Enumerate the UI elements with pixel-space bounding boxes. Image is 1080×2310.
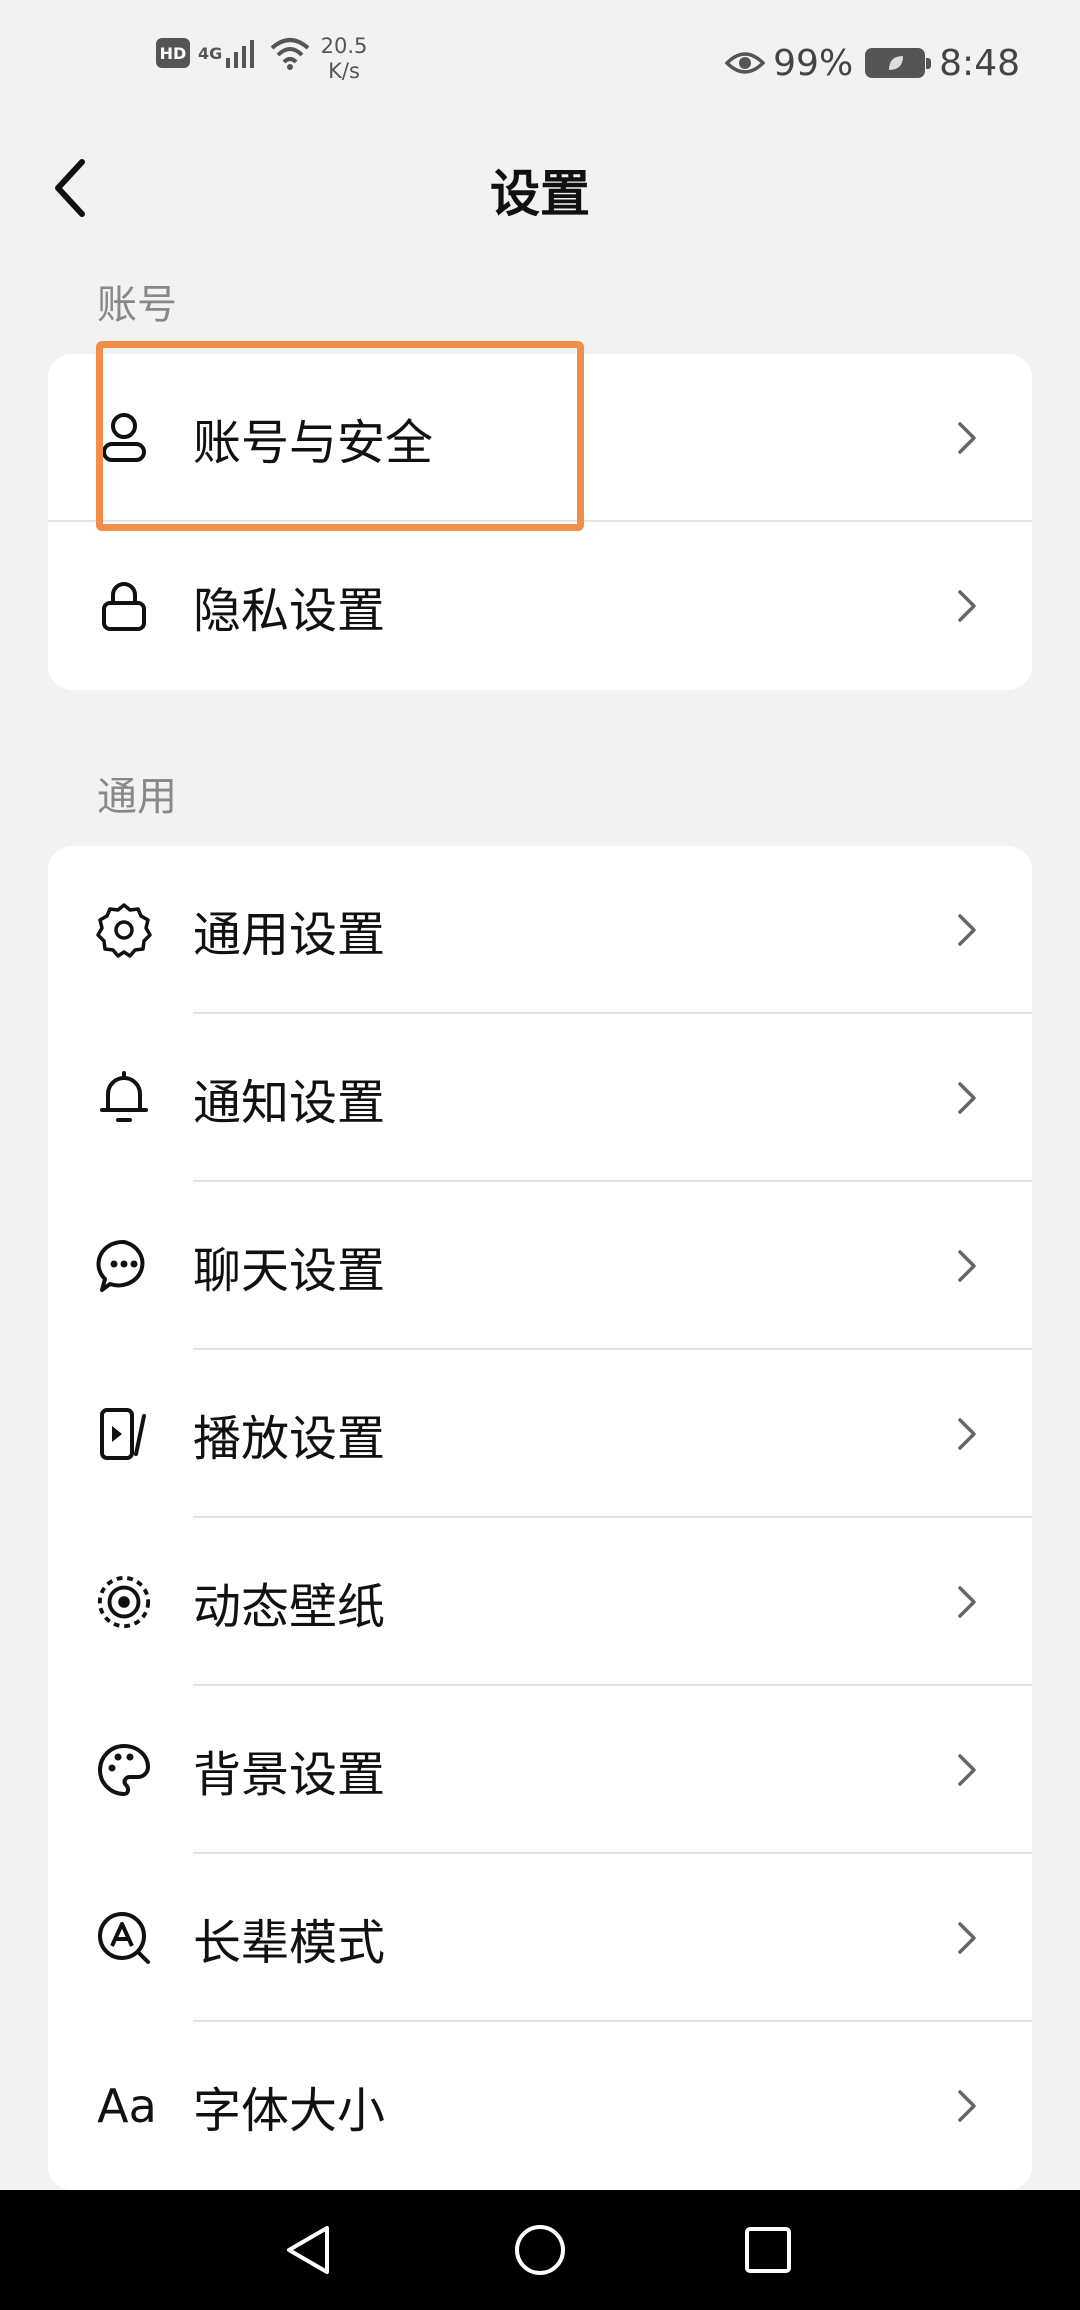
account-card: 账号与安全 隐私设置 — [48, 354, 1032, 690]
row-chat-settings[interactable]: 聊天设置 — [48, 1182, 1032, 1350]
row-background-settings[interactable]: 背景设置 — [48, 1686, 1032, 1854]
chevron-right-icon — [952, 418, 982, 458]
eye-icon — [725, 52, 766, 74]
row-label: 隐私设置 — [193, 583, 386, 639]
play-icon — [96, 1406, 152, 1462]
chevron-right-icon — [952, 2086, 982, 2126]
nav-recents-icon — [745, 2227, 791, 2273]
speed-unit: K/s — [328, 59, 360, 83]
row-live-wallpaper[interactable]: 动态壁纸 — [48, 1518, 1032, 1686]
nav-recents-button[interactable] — [728, 2210, 808, 2290]
chevron-right-icon — [952, 910, 982, 950]
chevron-right-icon — [952, 1246, 982, 1286]
row-label: 动态壁纸 — [193, 1579, 386, 1635]
nav-back-button[interactable] — [268, 2210, 348, 2290]
nav-home-button[interactable] — [500, 2210, 580, 2290]
hd-badge: HD — [156, 38, 190, 68]
live-wallpaper-icon — [96, 1574, 152, 1630]
chevron-right-icon — [952, 1918, 982, 1958]
general-card: 通用设置 通知设置 聊天设置 播放设置 动态壁纸 背景设置 长辈模式 Aa 字体… — [48, 846, 1032, 2190]
row-label: 播放设置 — [193, 1411, 386, 1467]
user-icon — [96, 410, 152, 466]
row-account-security[interactable]: 账号与安全 — [48, 354, 1032, 522]
palette-icon — [96, 1742, 152, 1798]
row-font-size[interactable]: Aa 字体大小 — [48, 2022, 1032, 2190]
row-label: 背景设置 — [193, 1747, 386, 1803]
row-general-settings[interactable]: 通用设置 — [48, 846, 1032, 1014]
status-left: HD 4G — [156, 36, 312, 70]
font-size-icon: Aa — [92, 2078, 162, 2134]
section-label-account: 账号 — [97, 282, 177, 328]
wifi-icon — [270, 38, 310, 70]
section-label-general: 通用 — [97, 774, 177, 820]
nav-home-icon — [515, 2225, 565, 2275]
elder-mode-icon — [96, 1910, 152, 1966]
row-label: 聊天设置 — [193, 1243, 386, 1299]
signal-icon — [226, 40, 255, 68]
chevron-right-icon — [952, 1582, 982, 1622]
nav-back-icon — [287, 2226, 329, 2274]
system-nav-bar — [0, 2190, 1080, 2310]
chevron-right-icon — [952, 586, 982, 626]
header: 设置 — [0, 120, 1080, 250]
leaf-icon — [889, 56, 904, 70]
bell-icon — [96, 1070, 152, 1126]
lock-icon — [96, 578, 152, 634]
chat-bubble-icon — [96, 1238, 152, 1294]
battery-icon — [865, 48, 932, 78]
gear-icon — [96, 902, 152, 958]
row-label: 长辈模式 — [193, 1915, 386, 1971]
clock: 8:48 — [939, 42, 1020, 84]
network-type: 4G — [198, 43, 223, 63]
row-elder-mode[interactable]: 长辈模式 — [48, 1854, 1032, 2022]
status-right: 99% 8:48 — [725, 38, 1020, 88]
chevron-right-icon — [952, 1414, 982, 1454]
speed-value: 20.5 — [320, 34, 368, 58]
chevron-right-icon — [952, 1750, 982, 1790]
row-label: 通知设置 — [193, 1075, 386, 1131]
row-notification-settings[interactable]: 通知设置 — [48, 1014, 1032, 1182]
row-label: 字体大小 — [193, 2083, 386, 2139]
chevron-right-icon — [952, 1078, 982, 1118]
network-speed: 20.5 K/s — [314, 34, 374, 84]
status-bar: HD 4G 20.5 K/s 99% 8:48 — [0, 0, 1080, 120]
row-label: 账号与安全 — [193, 415, 434, 471]
row-privacy-settings[interactable]: 隐私设置 — [48, 522, 1032, 690]
row-playback-settings[interactable]: 播放设置 — [48, 1350, 1032, 1518]
row-label: 通用设置 — [193, 907, 386, 963]
font-size-icon-text: Aa — [97, 2079, 157, 2133]
page-title: 设置 — [490, 165, 590, 223]
battery-percent: 99% — [773, 42, 854, 84]
